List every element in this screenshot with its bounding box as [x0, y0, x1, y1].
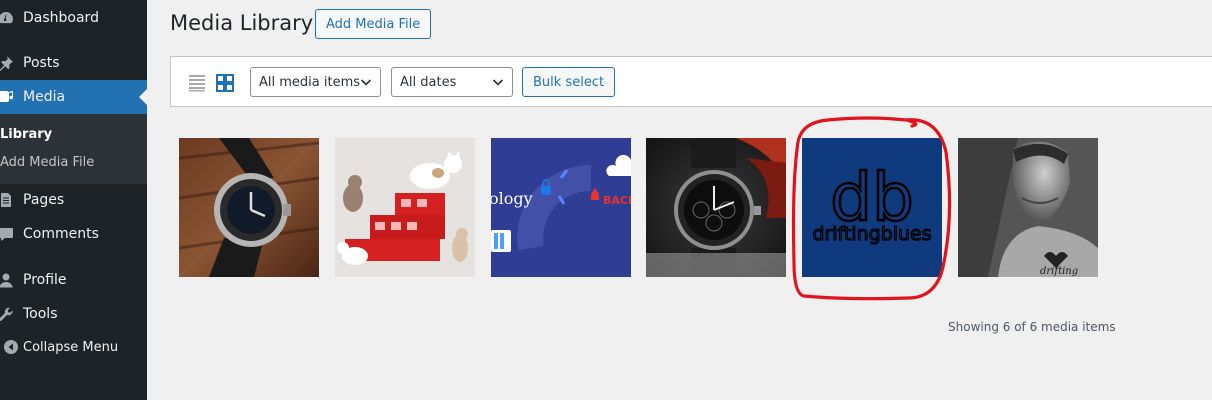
logo-image: db driftingblues	[802, 138, 942, 277]
logo-wordmark: driftingblues	[812, 223, 931, 245]
media-item-portrait[interactable]: drifting	[958, 138, 1098, 277]
menu-label: Collapse Menu	[23, 339, 119, 355]
media-item-chronograph[interactable]	[646, 138, 786, 277]
bulk-select-button[interactable]: Bulk select	[522, 67, 616, 97]
menu-item-comments[interactable]: Comments	[0, 217, 147, 251]
media-icon	[0, 89, 14, 105]
media-submenu: Library Add Media File	[0, 114, 147, 184]
date-filter[interactable]: All dates	[391, 67, 513, 97]
banner-image: ology BACK	[491, 138, 631, 277]
media-item-synology[interactable]: ology BACK	[491, 138, 631, 277]
date-filter-value: All dates	[400, 74, 457, 90]
media-count-text: Showing 6 of 6 media items	[948, 320, 1116, 334]
list-view-icon[interactable]	[188, 74, 206, 92]
cats-image	[335, 138, 475, 277]
user-icon	[0, 272, 14, 288]
media-toolbar: All media items All dates Bulk select	[170, 56, 1212, 107]
dashboard-icon	[0, 10, 14, 26]
media-item-driftingblues[interactable]: db driftingblues	[802, 138, 942, 277]
menu-label: Dashboard	[23, 10, 99, 26]
menu-label: Pages	[23, 192, 65, 208]
watch-image	[179, 138, 319, 277]
menu-label: Profile	[23, 272, 67, 288]
media-type-filter[interactable]: All media items	[250, 67, 381, 97]
submenu-add-new[interactable]: Add Media File	[0, 155, 94, 170]
menu-item-profile[interactable]: Profile	[0, 263, 147, 297]
portrait-image: drifting	[958, 138, 1098, 277]
collapse-icon	[3, 339, 19, 355]
page-title: Media Library	[170, 11, 314, 35]
chevron-down-icon	[360, 79, 372, 86]
page-icon	[0, 192, 14, 208]
banner-text: ology	[491, 189, 533, 208]
comment-icon	[0, 226, 14, 242]
media-item-cats[interactable]	[335, 138, 475, 277]
menu-label: Posts	[23, 55, 60, 71]
pushpin-icon	[0, 55, 14, 71]
menu-item-pages[interactable]: Pages	[0, 183, 147, 217]
menu-item-collapse[interactable]: Collapse Menu	[0, 330, 147, 364]
menu-item-media[interactable]: Media	[0, 80, 147, 114]
media-type-filter-value: All media items	[259, 74, 361, 90]
banner-text-2: BACK	[603, 194, 631, 207]
menu-item-dashboard[interactable]: Dashboard	[0, 1, 147, 35]
submenu-library[interactable]: Library	[0, 127, 52, 142]
media-item-watch-wood[interactable]	[179, 138, 319, 277]
admin-sidebar: Dashboard Posts Media Library Add Media …	[0, 0, 147, 400]
menu-label: Tools	[23, 306, 58, 322]
grid-view-icon[interactable]	[216, 74, 234, 92]
portrait-text: drifting	[1040, 266, 1078, 277]
menu-item-posts[interactable]: Posts	[0, 46, 147, 80]
add-new-media-button[interactable]: Add Media File	[315, 9, 432, 39]
menu-item-tools[interactable]: Tools	[0, 297, 147, 331]
chevron-down-icon	[492, 79, 504, 86]
menu-label: Comments	[23, 226, 99, 242]
watch-image	[646, 138, 786, 277]
wrench-icon	[0, 306, 14, 322]
menu-label: Media	[23, 89, 66, 105]
